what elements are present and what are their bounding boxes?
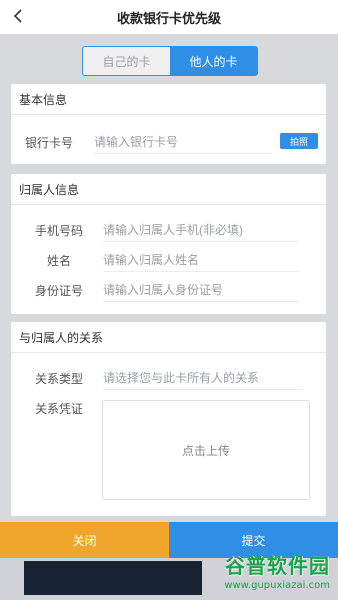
owner-info-card: 归属人信息 手机号码 姓名 身份证号 [11,174,326,314]
relation-card: 与归属人的关系 关系类型 关系凭证 点击上传 [11,322,326,516]
upload-text: 点击上传 [181,443,230,458]
relation-type-row: 关系类型 [11,366,326,390]
relation-title: 与归属人的关系 [19,330,104,345]
relation-type-label: 关系类型 [34,371,83,386]
tab-own-card[interactable]: 自己的卡 [83,47,170,75]
page-title: 收款银行卡优先级 [116,11,221,27]
phone-input[interactable] [103,218,299,242]
bottom-dark-panel [24,561,202,595]
card-owner-segment: 自己的卡 他人的卡 [82,46,258,76]
divider [11,114,326,115]
top-bar: 收款银行卡优先级 [0,0,338,34]
back-button[interactable] [8,5,30,27]
owner-info-title: 归属人信息 [19,182,80,197]
divider [11,204,326,205]
photo-button[interactable]: 拍照 [280,133,318,149]
watermark-name: 谷普软件园 [225,554,330,578]
name-row: 姓名 [11,248,326,272]
name-label: 姓名 [46,253,71,268]
card-number-row: 银行卡号 [11,130,326,154]
upload-box[interactable]: 点击上传 [102,400,310,500]
id-row: 身份证号 [11,278,326,302]
phone-row: 手机号码 [11,218,326,242]
card-number-label: 银行卡号 [25,135,74,150]
id-input[interactable] [103,278,299,302]
chevron-left-icon [13,9,22,23]
card-number-input[interactable] [94,130,272,154]
name-input[interactable] [103,248,299,272]
divider [11,352,326,353]
basic-info-title: 基本信息 [19,92,68,107]
phone-label: 手机号码 [34,223,83,238]
site-watermark: 谷普软件园 www.gupuxiazai.com [182,538,338,600]
close-button[interactable]: 关闭 [0,522,169,558]
basic-info-card: 基本信息 银行卡号 [11,84,326,164]
id-label: 身份证号 [34,283,83,298]
watermark-url: www.gupuxiazai.com [224,580,330,591]
relation-proof-label: 关系凭证 [34,402,83,416]
relation-type-select[interactable] [103,366,303,390]
tab-others-card[interactable]: 他人的卡 [170,47,257,75]
